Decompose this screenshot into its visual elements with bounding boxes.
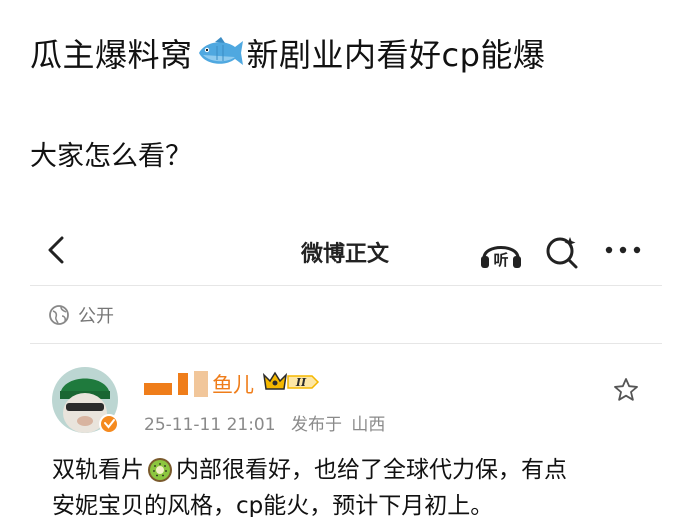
divider <box>30 343 662 344</box>
star-icon[interactable] <box>612 376 640 404</box>
body-text-segment: 安妮宝贝的风格，cp能火，预计下月初上。 <box>52 493 494 517</box>
redacted-name-part <box>178 373 188 395</box>
search-icon[interactable] <box>544 234 580 270</box>
kiwi-emoji-icon <box>146 456 174 484</box>
avatar[interactable] <box>52 367 119 434</box>
visibility-label: 公开 <box>78 306 114 327</box>
weibo-nav-bar: 微博正文 听 <box>0 222 690 282</box>
vip-level: II <box>295 376 307 389</box>
post-timestamp: 25-11-11 21:01 <box>144 415 276 435</box>
post-title: 瓜主爆料窝 新剧业内看好cp能爆 <box>30 30 545 76</box>
username[interactable]: 鱼儿 II <box>144 370 322 398</box>
post-location: 山西 <box>351 415 386 435</box>
username-visible: 鱼儿 <box>212 373 254 397</box>
post-body-line: 双轨看片 内部很看好，也给了全球代力保，有点 <box>52 452 662 488</box>
screenshot-page: 瓜主爆料窝 新剧业内看好cp能爆 大家怎么看？ 微博正文 听 公开 鱼儿 II … <box>0 0 690 517</box>
fish-emoji-icon <box>195 33 245 73</box>
visibility-indicator: 公开 <box>48 302 114 328</box>
body-text-segment: 双轨看片 <box>52 457 144 483</box>
verified-badge-icon <box>99 414 119 434</box>
globe-icon <box>49 305 69 325</box>
post-title-prefix: 瓜主爆料窝 <box>30 36 193 74</box>
post-title-suffix: 新剧业内看好cp能爆 <box>246 36 546 74</box>
location-prefix: 发布于 <box>290 415 342 435</box>
post-body: 双轨看片 内部很看好，也给了全球代力保，有点 安妮宝贝的风格，cp能火，预计下月… <box>52 452 662 517</box>
vip-crown-icon[interactable]: II <box>260 369 322 400</box>
post-question: 大家怎么看？ <box>30 141 192 172</box>
more-icon[interactable] <box>603 240 643 260</box>
redacted-name-part <box>194 371 208 397</box>
redacted-name-part <box>144 383 172 395</box>
listen-icon[interactable]: 听 <box>478 232 524 272</box>
body-text-segment: 内部很看好，也给了全球代力保，有点 <box>176 457 567 483</box>
nav-title: 微博正文 <box>300 242 389 267</box>
divider <box>30 285 662 286</box>
listen-label: 听 <box>493 251 508 269</box>
post-meta: 25-11-11 21:01 发布于 山西 <box>144 410 385 435</box>
post-body-line: 安妮宝贝的风格，cp能火，预计下月初上。 <box>52 488 662 517</box>
